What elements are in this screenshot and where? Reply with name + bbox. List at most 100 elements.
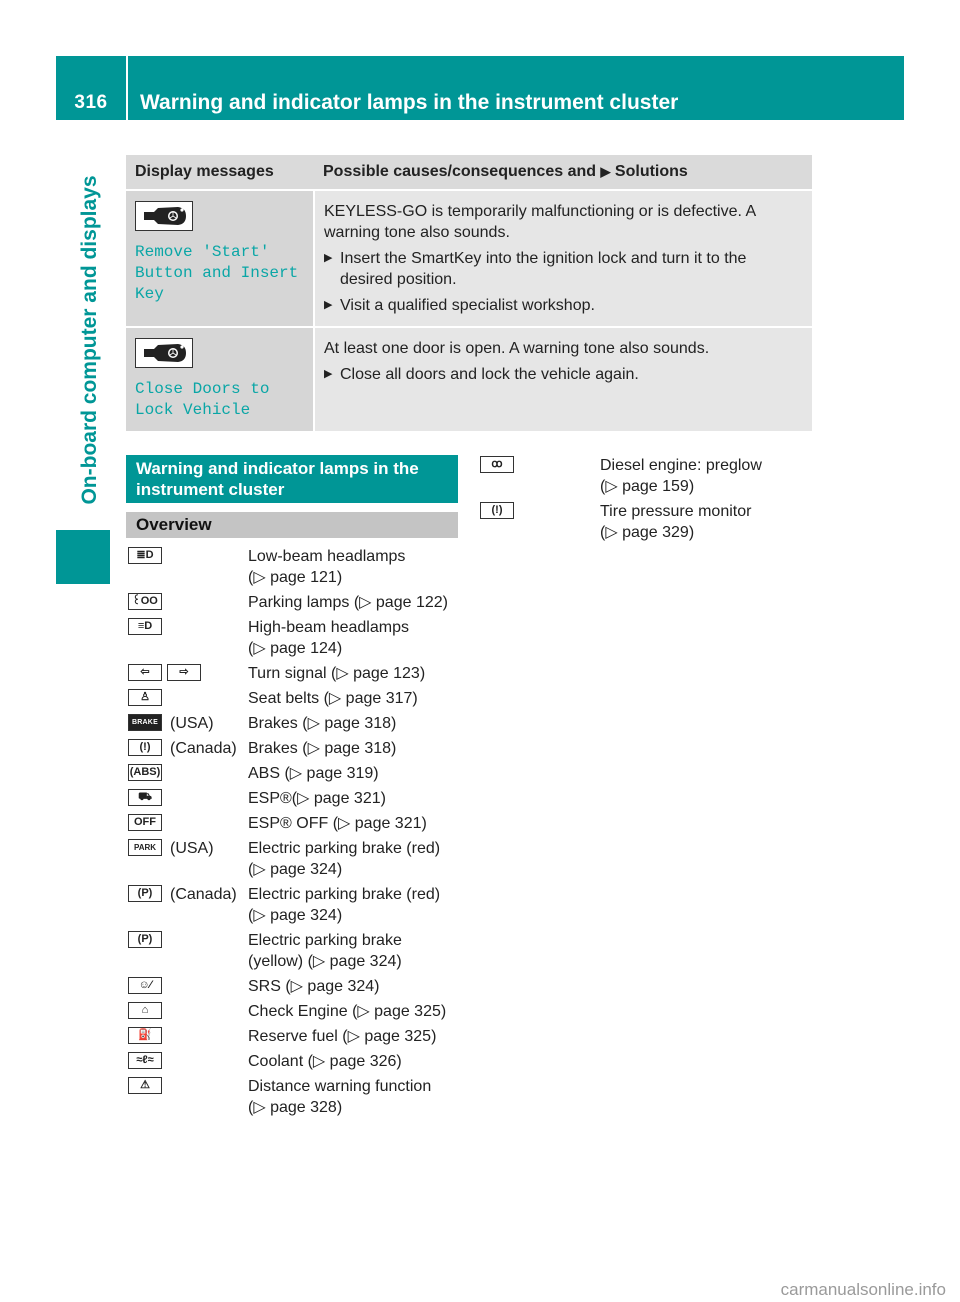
- page-reference: (▷ page 324): [248, 861, 343, 878]
- page-reference: (▷ page 159): [600, 478, 695, 495]
- cause-text: KEYLESS-GO is temporarily malfunctioning…: [324, 203, 756, 241]
- page-reference: (yellow) (▷ page 324): [248, 953, 402, 970]
- esp-icon: ⛟: [128, 789, 162, 806]
- srs-icon: ☺⁄: [128, 977, 162, 994]
- lamp-description: Reserve fuel (▷ page 325): [248, 1028, 437, 1045]
- table-row: Close Doors to Lock Vehicle At least one…: [126, 327, 812, 433]
- table-header-row: Display messages Possible causes/consequ…: [126, 155, 812, 191]
- region-label: (Canada): [170, 740, 237, 757]
- region-label: (Canada): [170, 886, 237, 903]
- lamp-description: Electric parking brake: [248, 932, 402, 949]
- lamp-item: ⛟ ESP®(▷ page 321): [126, 788, 466, 809]
- lamp-description: Check Engine (▷ page 325): [248, 1003, 447, 1020]
- lamp-item: ⚠ Distance warning function (▷ page 328): [126, 1076, 466, 1118]
- lamp-item: ⌂ Check Engine (▷ page 325): [126, 1001, 466, 1022]
- solutions-arrow-icon: ▶: [600, 164, 611, 179]
- parking-brake-yellow-icon: (P): [128, 931, 162, 948]
- lamp-item: BRAKE (USA) Brakes (▷ page 318): [126, 713, 466, 734]
- header-causes-solutions: Possible causes/consequences and ▶ Solut…: [314, 155, 812, 191]
- lamp-description: Parking lamps (▷ page 122): [248, 594, 448, 611]
- lamp-item: ꝏ Diesel engine: preglow (▷ page 159): [478, 455, 818, 497]
- cause-text: At least one door is open. A warning ton…: [324, 340, 710, 357]
- turn-left-icon: ⇦: [128, 664, 162, 681]
- lamp-description: High-beam headlamps: [248, 619, 409, 636]
- lamp-item: (!) (Canada) Brakes (▷ page 318): [126, 738, 466, 759]
- lamp-description: Diesel engine: preglow: [600, 457, 762, 474]
- check-engine-icon: ⌂: [128, 1002, 162, 1019]
- lamp-description: SRS (▷ page 324): [248, 978, 380, 995]
- lamp-item: (P) Electric parking brake (yellow) (▷ pag…: [126, 930, 466, 972]
- parking-brake-circle-icon: (P): [128, 885, 162, 902]
- section-title: Warning and indicator lamps in the instr…: [126, 455, 458, 503]
- side-tab: On-board computer and displays: [60, 120, 120, 560]
- lamp-list-left: ≣D Low-beam headlamps (▷ page 121) ꒰OO꒱ Park…: [126, 546, 466, 1122]
- lamp-description: Distance warning function: [248, 1078, 432, 1095]
- turn-right-icon: ⇨: [167, 664, 201, 681]
- lamp-item: ⛽ Reserve fuel (▷ page 325): [126, 1026, 466, 1047]
- brake-text-icon: BRAKE: [128, 714, 162, 731]
- abs-icon: (ABS): [128, 764, 162, 781]
- lamp-description: Brakes (▷ page 318): [248, 715, 397, 732]
- header-divider: [126, 56, 128, 120]
- lamp-item: PARK (USA) Electric parking brake (red) (▷ …: [126, 838, 466, 880]
- solution-step: Insert the SmartKey into the ignition lo…: [324, 248, 803, 290]
- lamp-item: (!) Tire pressure monitor (▷ page 329): [478, 501, 818, 543]
- lamp-description: Brakes (▷ page 318): [248, 740, 397, 757]
- page-header: 316 Warning and indicator lamps in the i…: [56, 56, 904, 120]
- lamp-list-right: ꝏ Diesel engine: preglow (▷ page 159) (!) Ti…: [478, 455, 818, 547]
- reserve-fuel-icon: ⛽: [128, 1027, 162, 1044]
- page-reference: (▷ page 329): [600, 524, 695, 541]
- display-message-text: Close Doors to Lock Vehicle: [135, 380, 270, 419]
- esp-off-icon: OFF: [128, 814, 162, 831]
- coolant-icon: ≈ℓ≈: [128, 1052, 162, 1069]
- lamp-description: Low-beam headlamps: [248, 548, 406, 565]
- lamp-item: ♙ Seat belts (▷ page 317): [126, 688, 466, 709]
- distance-warning-icon: ⚠: [128, 1077, 162, 1094]
- solution-step: Visit a qualified specialist workshop.: [324, 295, 803, 316]
- lamp-description: Electric parking brake (red): [248, 840, 441, 857]
- preglow-icon: ꝏ: [480, 456, 514, 473]
- lamp-item: ☺⁄ SRS (▷ page 324): [126, 976, 466, 997]
- lamp-description: ABS (▷ page 319): [248, 765, 379, 782]
- region-label: (USA): [170, 840, 214, 857]
- page-number: 316: [74, 92, 108, 113]
- side-tab-marker: [56, 530, 110, 584]
- high-beam-icon: ≡D: [128, 618, 162, 635]
- lamp-description: Tire pressure monitor: [600, 503, 752, 520]
- lamp-item: ⇦ ⇨ Turn signal (▷ page 123): [126, 663, 466, 684]
- page-reference: (▷ page 328): [248, 1099, 343, 1116]
- header-display-messages: Display messages: [126, 155, 314, 191]
- lamp-description: Seat belts (▷ page 317): [248, 690, 418, 707]
- lamp-item: OFF ESP® OFF (▷ page 321): [126, 813, 466, 834]
- display-message-text: Remove 'Start' Button and Insert Key: [135, 243, 299, 303]
- table-row: Remove 'Start' Button and Insert Key KEY…: [126, 190, 812, 328]
- watermark: carmanualsonline.info: [780, 1280, 946, 1299]
- side-tab-label: On-board computer and displays: [78, 175, 101, 505]
- header-solutions-label: Solutions: [614, 163, 688, 180]
- lamp-item: (ABS) ABS (▷ page 319): [126, 763, 466, 784]
- lamp-item: ꒰OO꒱ Parking lamps (▷ page 122): [126, 592, 466, 613]
- seat-belt-icon: ♙: [128, 689, 162, 706]
- header-causes-label: Possible causes/consequences and: [323, 163, 597, 180]
- parking-lamps-icon: ꒰OO꒱: [128, 593, 162, 610]
- page-reference: (▷ page 121): [248, 569, 343, 586]
- low-beam-icon: ≣D: [128, 547, 162, 564]
- display-messages-table: Display messages Possible causes/consequ…: [126, 155, 812, 433]
- lamp-item: ≣D Low-beam headlamps (▷ page 121): [126, 546, 466, 588]
- smartkey-icon: [135, 338, 193, 368]
- park-text-icon: PARK: [128, 839, 162, 856]
- lamp-description: ESP®(▷ page 321): [248, 790, 386, 807]
- page-reference: (▷ page 324): [248, 907, 343, 924]
- page-title: Warning and indicator lamps in the instr…: [140, 91, 679, 114]
- lamp-description: Coolant (▷ page 326): [248, 1053, 402, 1070]
- region-label: (USA): [170, 715, 214, 732]
- brake-circle-icon: (!): [128, 739, 162, 756]
- lamp-item: (P) (Canada) Electric parking brake (red) (…: [126, 884, 466, 926]
- solution-step: Close all doors and lock the vehicle aga…: [324, 364, 803, 385]
- lamp-description: Electric parking brake (red): [248, 886, 441, 903]
- page-reference: (▷ page 124): [248, 640, 343, 657]
- lamp-item: ≡D High-beam headlamps (▷ page 124): [126, 617, 466, 659]
- section-subtitle: Overview: [126, 512, 458, 538]
- tire-pressure-icon: (!): [480, 502, 514, 519]
- lamp-description: Turn signal (▷ page 123): [248, 665, 426, 682]
